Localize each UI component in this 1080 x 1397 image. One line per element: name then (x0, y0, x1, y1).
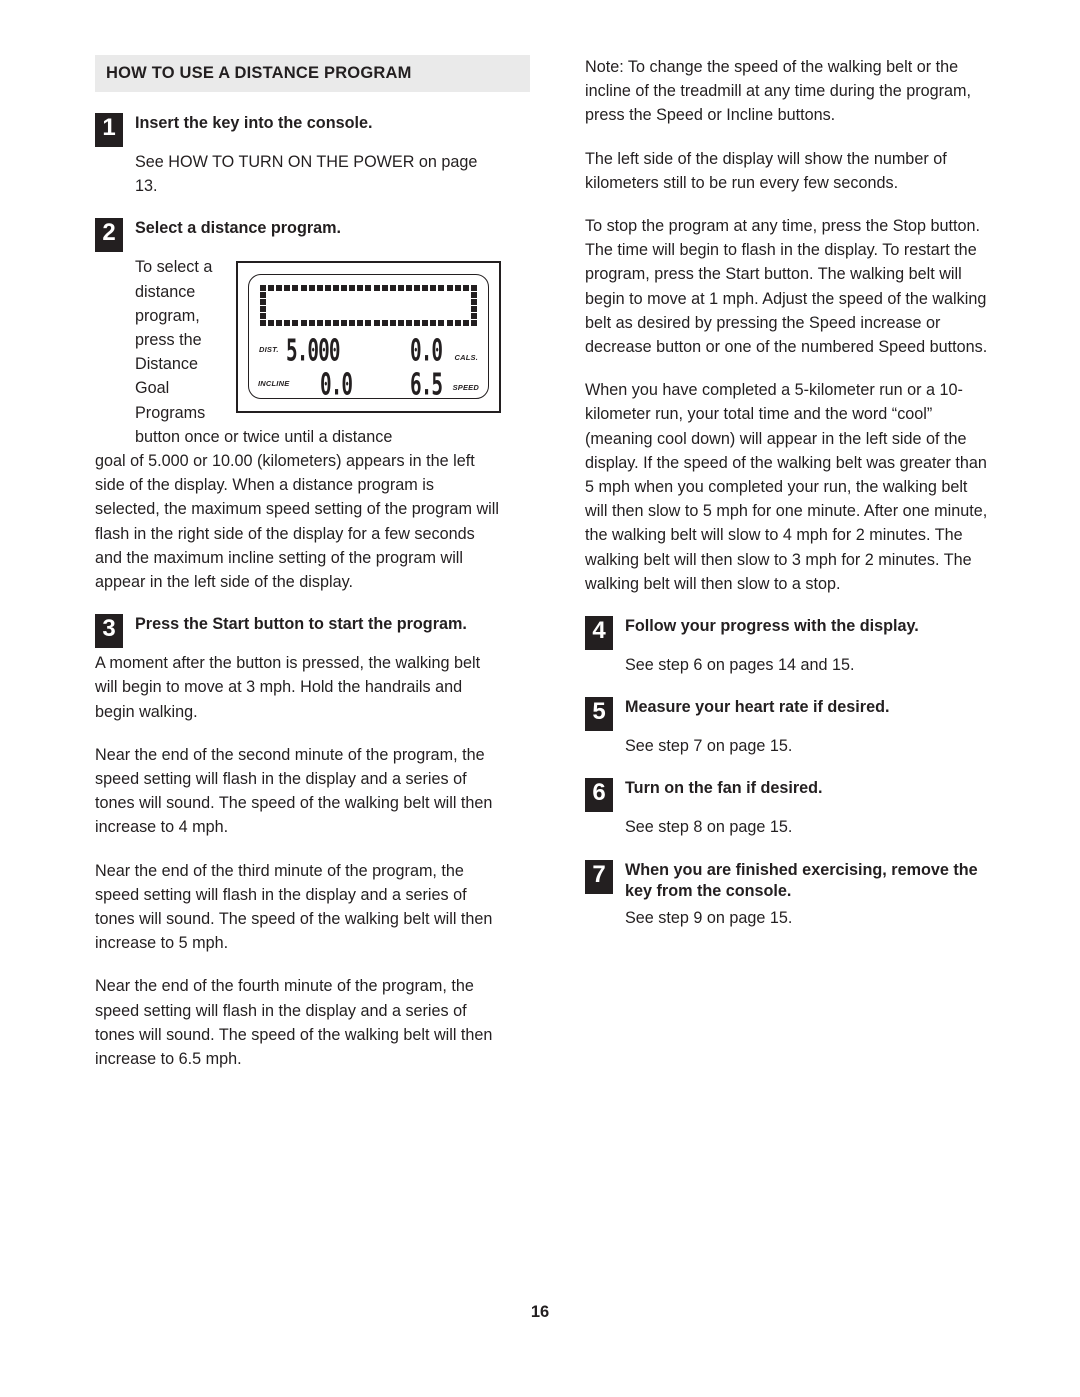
document-page: HOW TO USE A DISTANCE PROGRAM 1 Insert t… (0, 0, 1080, 1397)
step-1-title: Insert the key into the console. (135, 114, 373, 132)
console-inner-frame: DIST. 5.000 CALS. 0.0 INCLINE 0.0 SPEED … (248, 274, 489, 402)
dist-value: 5.000 (286, 333, 340, 369)
step-7-body: See step 9 on page 15. (625, 908, 793, 927)
console-readout: DIST. 5.000 CALS. 0.0 INCLINE 0.0 SPEED … (258, 331, 479, 403)
matrix-display-icon (260, 285, 477, 327)
step-3-number: 3 (95, 614, 123, 649)
step-3-paragraph-2: Near the end of the second minute of the… (95, 745, 493, 837)
step-1-body: See HOW TO TURN ON THE POWER on page 13. (135, 153, 478, 196)
console-outer-frame: DIST. 5.000 CALS. 0.0 INCLINE 0.0 SPEED … (236, 261, 501, 414)
step-7: 7 When you are finished exercising, remo… (585, 859, 991, 902)
step-7-number: 7 (585, 859, 613, 894)
step-2-body-with-figure: DIST. 5.000 CALS. 0.0 INCLINE 0.0 SPEED … (95, 255, 501, 449)
incline-value: 0.0 (320, 367, 353, 403)
step-1: 1 Insert the key into the console. (95, 112, 501, 147)
step-5-title: Measure your heart rate if desired. (625, 698, 890, 717)
left-side-display-paragraph: The left side of the display will show t… (585, 149, 947, 192)
step-3: 3 Press the Start button to start the pr… (95, 613, 501, 649)
incline-label: INCLINE (258, 379, 290, 389)
step-3-paragraph-3: Near the end of the third minute of the … (95, 861, 493, 953)
speed-label: SPEED (452, 383, 479, 393)
step-4-title: Follow your progress with the display. (625, 617, 919, 636)
step-2-title: Select a distance program. (135, 219, 342, 238)
step-5-body: See step 7 on page 15. (625, 737, 793, 756)
speed-value: 6.5 (410, 367, 443, 403)
cals-label: CALS. (454, 353, 478, 363)
step-6-number: 6 (585, 778, 613, 813)
step-3-paragraph-4: Near the end of the fourth minute of the… (95, 977, 493, 1069)
step-2-body-rest: goal of 5.000 or 10.00 (kilometers) appe… (95, 452, 499, 592)
page-number: 16 (530, 1303, 550, 1321)
step-1-number: 1 (95, 113, 123, 147)
step-2: 2 Select a distance program. (95, 217, 501, 253)
matrix-row-bottom (260, 320, 477, 327)
step-4-body: See step 6 on pages 14 and 15. (625, 656, 855, 675)
right-column: Note: To change the speed of the walking… (585, 55, 991, 949)
stop-program-paragraph: To stop the program at any time, press t… (585, 217, 988, 357)
left-column: HOW TO USE A DISTANCE PROGRAM 1 Insert t… (95, 55, 530, 1090)
step-5-number: 5 (585, 697, 613, 732)
dist-label: DIST. (259, 345, 279, 355)
note-paragraph: Note: To change the speed of the walking… (585, 58, 971, 125)
matrix-row-top (260, 285, 477, 292)
step-6-body: See step 8 on page 15. (625, 818, 793, 837)
step-4: 4 Follow your progress with the display. (585, 615, 991, 651)
step-2-number: 2 (95, 218, 123, 253)
completed-run-paragraph: When you have completed a 5-kilometer ru… (585, 381, 988, 593)
cals-value: 0.0 (410, 333, 443, 369)
step-6: 6 Turn on the fan if desired. (585, 777, 991, 813)
step-4-number: 4 (585, 616, 613, 651)
section-header: HOW TO USE A DISTANCE PROGRAM (95, 55, 530, 92)
step-6-title: Turn on the fan if desired. (625, 779, 823, 798)
step-3-paragraph-1: A moment after the button is pressed, th… (95, 654, 481, 721)
step-3-title: Press the Start button to start the prog… (135, 615, 467, 634)
step-5: 5 Measure your heart rate if desired. (585, 696, 991, 732)
step-7-title: When you are finished exercising, remove… (625, 860, 978, 900)
console-display-figure: DIST. 5.000 CALS. 0.0 INCLINE 0.0 SPEED … (236, 261, 501, 414)
